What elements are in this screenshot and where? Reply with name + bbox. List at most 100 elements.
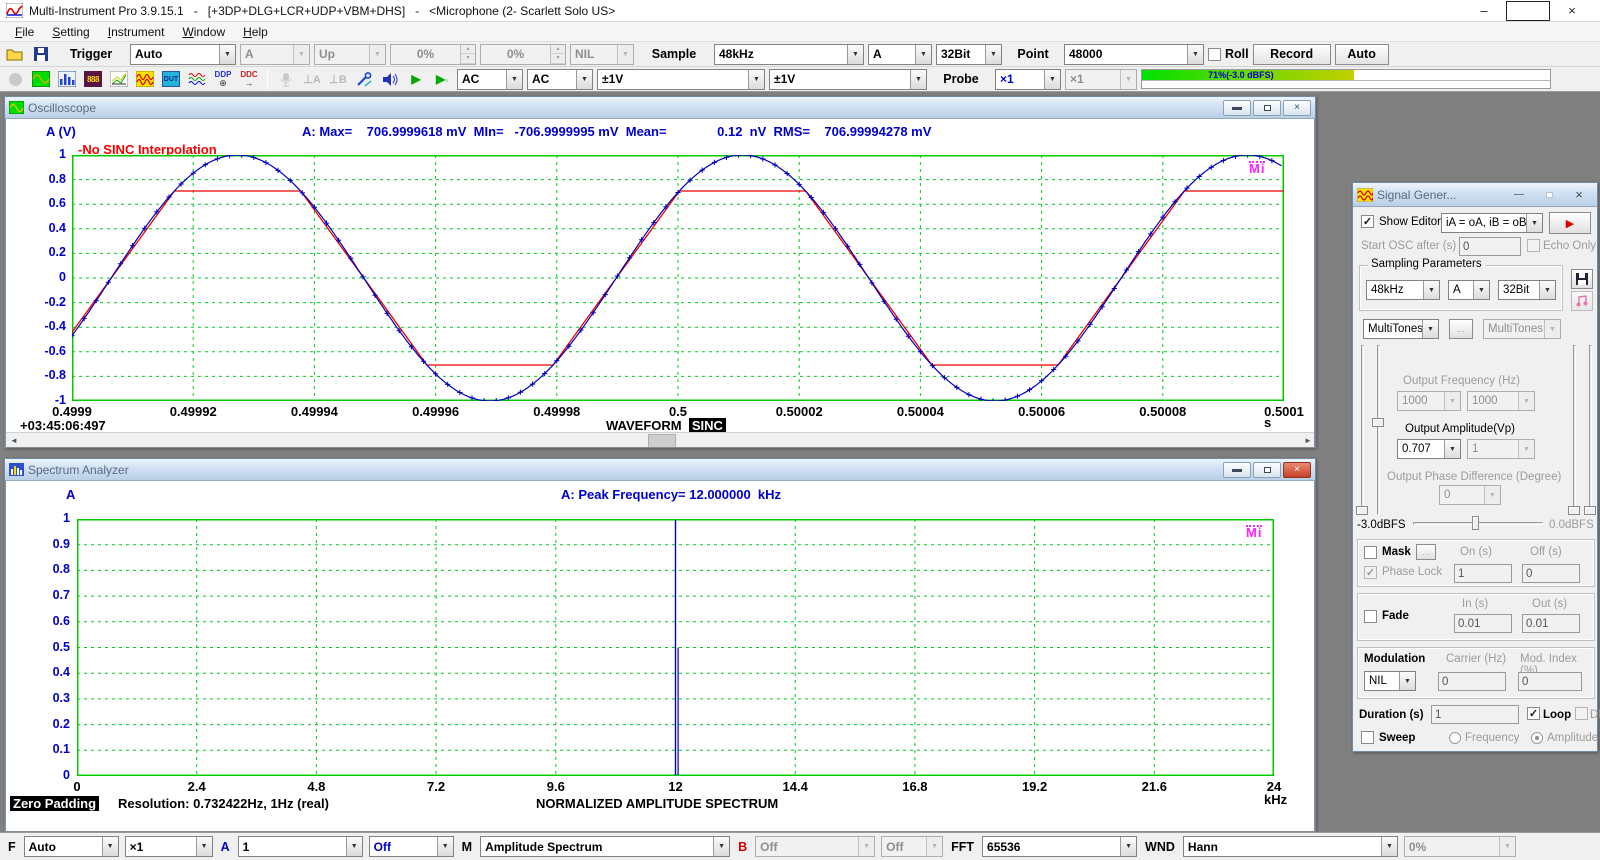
carrier-input[interactable]: 0 — [1438, 672, 1506, 691]
siggen-close-button[interactable]: × — [1565, 187, 1593, 203]
probe-b-combo[interactable]: ×1▼ — [1065, 69, 1137, 90]
waveform-b-combo[interactable]: MultiTones▼ — [1483, 319, 1561, 339]
calibration-icon[interactable] — [353, 69, 375, 90]
menu-setting[interactable]: Setting — [43, 23, 98, 41]
sweep-frequency-radio[interactable] — [1449, 732, 1461, 744]
sweep-checkbox[interactable] — [1361, 731, 1374, 744]
amplitude-slider-a-outer[interactable] — [1355, 345, 1369, 515]
mask-edit-button[interactable]: ... — [1416, 544, 1436, 560]
trigger-delay-spinner[interactable]: 0%▲▼ — [480, 44, 566, 65]
overlap-combo[interactable]: 0%▼ — [1404, 836, 1516, 857]
amplitude-slider-a-inner[interactable] — [1371, 345, 1385, 515]
scope-close-button[interactable]: × — [1283, 100, 1311, 116]
siggen-save-button[interactable] — [1571, 269, 1593, 289]
dds-checkbox[interactable] — [1575, 707, 1588, 720]
scroll-thumb[interactable] — [648, 434, 676, 448]
mask-on-input[interactable]: 1 — [1454, 564, 1512, 583]
frequency-a-combo[interactable]: 1000▼ — [1397, 391, 1461, 411]
spectrum-minimize-button[interactable]: ▬ — [1223, 462, 1251, 478]
probe-a-combo[interactable]: ×1▼ — [995, 69, 1061, 90]
amplitude-mode-combo[interactable]: Off▼ — [369, 836, 454, 857]
mask-off-input[interactable]: 0 — [1522, 564, 1580, 583]
run-loop-icon[interactable]: ▶◦ — [431, 69, 453, 90]
coupling-b-combo[interactable]: AC▼ — [527, 69, 593, 90]
mask-checkbox[interactable] — [1364, 546, 1377, 559]
menu-instrument[interactable]: Instrument — [99, 23, 174, 41]
spectrum-titlebar[interactable]: Spectrum Analyzer ▬ × — [5, 459, 1315, 481]
spectrum-plot[interactable] — [77, 519, 1274, 776]
menu-help[interactable]: Help — [234, 23, 277, 41]
sample-rate-combo[interactable]: 48kHz▼ — [714, 44, 864, 65]
scroll-right-arrow[interactable]: ► — [1300, 433, 1315, 449]
analysis-mode-combo[interactable]: Amplitude Spectrum▼ — [480, 836, 730, 857]
device-test-plan-icon[interactable]: DUT — [160, 69, 182, 90]
scroll-left-arrow[interactable]: ◄ — [6, 433, 22, 449]
roll-checkbox[interactable]: Roll — [1208, 47, 1249, 61]
trigger-source-combo[interactable]: A▼ — [240, 44, 310, 65]
scope-horizontal-scrollbar[interactable]: ◄ ► — [6, 432, 1315, 448]
spectrum-analyzer-icon[interactable] — [56, 69, 78, 90]
sample-channel-combo[interactable]: A▼ — [868, 44, 932, 65]
run-icon[interactable]: ▶ — [405, 69, 427, 90]
range-a-combo[interactable]: ±1V▼ — [597, 69, 765, 90]
fade-checkbox[interactable] — [1364, 610, 1377, 623]
dbfs-slider[interactable] — [1413, 516, 1543, 530]
fade-out-input[interactable]: 0.01 — [1522, 614, 1580, 633]
hpf-combo[interactable]: NIL▼ — [570, 44, 634, 65]
channel-b-extra-combo[interactable]: Off▼ — [881, 836, 943, 857]
duration-input[interactable]: 1 — [1431, 705, 1519, 724]
scope-restore-button[interactable] — [1253, 100, 1281, 116]
siggen-rate-combo[interactable]: 48kHz▼ — [1366, 280, 1440, 300]
amplitude-slider-b-inner[interactable] — [1567, 345, 1581, 515]
titlebar[interactable]: Multi-Instrument Pro 3.9.15.1 - [+3DP+DL… — [0, 0, 1600, 22]
spectrum-3d-plot-icon[interactable] — [108, 69, 130, 90]
freq-range-combo[interactable]: Auto▼ — [24, 836, 119, 857]
amplitude-range-combo[interactable]: 1▼ — [238, 836, 363, 857]
record-length-combo[interactable]: 48000▼ — [1064, 44, 1204, 65]
multimeter-icon[interactable]: 888 — [82, 69, 104, 90]
bit-depth-combo[interactable]: 32Bit▼ — [936, 44, 1002, 65]
start-osc-input[interactable]: 0 — [1459, 237, 1521, 256]
show-editor-checkbox[interactable]: ✓ — [1361, 215, 1374, 228]
mod-index-input[interactable]: 0 — [1518, 672, 1582, 691]
siggen-bits-combo[interactable]: 32Bit▼ — [1498, 280, 1556, 300]
freq-zoom-combo[interactable]: ×1▼ — [125, 836, 213, 857]
maximize-button[interactable] — [1506, 1, 1550, 21]
signal-generator-icon[interactable] — [134, 69, 156, 90]
waveform-a-combo[interactable]: MultiTones▼ — [1363, 319, 1439, 339]
frequency-b-combo[interactable]: 1000▼ — [1467, 391, 1535, 411]
siggen-minimize-button[interactable]: — — [1505, 187, 1533, 203]
amplitude-a-combo[interactable]: 0.707▼ — [1397, 439, 1461, 459]
amplitude-slider-b-outer[interactable] — [1583, 345, 1597, 515]
window-function-combo[interactable]: Hann▼ — [1183, 836, 1398, 857]
sweep-amplitude-radio[interactable] — [1531, 732, 1543, 744]
siggen-restore-button[interactable] — [1535, 187, 1563, 203]
range-b-combo[interactable]: ±1V▼ — [769, 69, 927, 90]
trigger-edge-combo[interactable]: Up▼ — [314, 44, 386, 65]
phase-difference-combo[interactable]: 0▼ — [1439, 485, 1501, 505]
close-button[interactable]: × — [1550, 1, 1594, 21]
waveform-plot[interactable] — [72, 155, 1284, 401]
menu-file[interactable]: File — [6, 23, 43, 41]
modulation-type-combo[interactable]: NIL▼ — [1364, 671, 1416, 691]
siggen-music-button[interactable] — [1571, 291, 1593, 311]
auto-button[interactable]: Auto — [1335, 44, 1389, 65]
menu-window[interactable]: Window — [173, 23, 234, 41]
scope-minimize-button[interactable]: ▬ — [1223, 100, 1251, 116]
fft-size-combo[interactable]: 65536▼ — [982, 836, 1137, 857]
spectrum-close-button[interactable]: × — [1283, 462, 1311, 478]
loop-checkbox[interactable]: ✓ — [1527, 707, 1540, 720]
save-file-icon[interactable] — [30, 44, 52, 65]
scroll-track[interactable] — [22, 433, 1300, 449]
channel-b-mode-combo[interactable]: Off▼ — [755, 836, 875, 857]
phase-lock-checkbox[interactable]: ✓ — [1364, 566, 1377, 579]
record-button[interactable]: Record — [1253, 44, 1331, 65]
trigger-level-spinner[interactable]: 0%▲▼ — [390, 44, 476, 65]
minimize-button[interactable]: – — [1462, 1, 1506, 21]
amplitude-b-combo[interactable]: 1▼ — [1467, 439, 1535, 459]
spectrum-restore-button[interactable] — [1253, 462, 1281, 478]
siggen-channel-combo[interactable]: A▼ — [1448, 280, 1490, 300]
waveform-edit-button[interactable]: ... — [1449, 319, 1473, 339]
fade-in-input[interactable]: 0.01 — [1454, 614, 1512, 633]
oscilloscope-titlebar[interactable]: Oscilloscope ▬ × — [5, 97, 1315, 119]
